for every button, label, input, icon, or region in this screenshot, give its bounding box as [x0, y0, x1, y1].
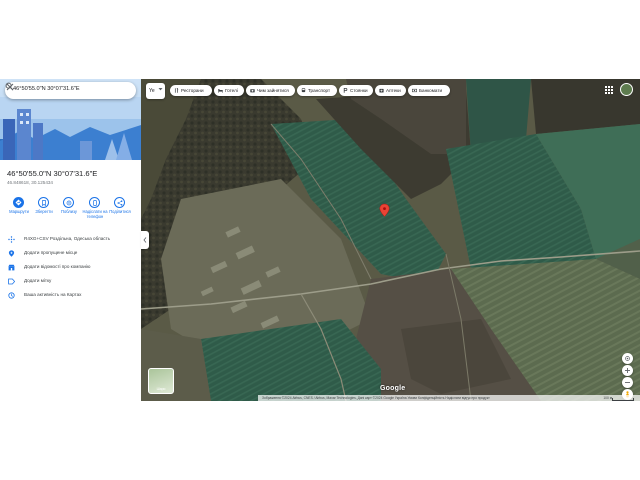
history-icon — [8, 292, 15, 299]
chip-things-to-do-label: Чим зайнятися — [257, 88, 289, 93]
add-place-row[interactable]: Додати пропущене місце — [0, 248, 141, 260]
plus-code-icon — [8, 236, 15, 243]
chip-restaurants[interactable]: Ресторани — [170, 85, 212, 96]
directions-icon — [15, 199, 22, 206]
chevron-down-icon — [158, 88, 163, 91]
pharmacy-icon — [379, 88, 384, 93]
layers-label: Шари — [156, 387, 166, 391]
map-attribution[interactable]: Зображення ©2024 Airbus, CNES / Airbus, … — [262, 396, 490, 400]
add-label-row[interactable]: Додати мітку — [0, 276, 141, 288]
chip-pharmacies-label: Аптеки — [386, 88, 401, 93]
hotel-icon — [218, 89, 223, 93]
plus-code-row[interactable]: R4XG+CSV Роздільна, Одеська область — [0, 234, 141, 246]
label-icon — [8, 278, 15, 285]
google-logo: Google — [380, 385, 406, 392]
chip-things-to-do[interactable]: Чим зайнятися — [246, 85, 295, 96]
add-business-text: Додати відомості про компанію — [24, 264, 91, 269]
share-label: Поділитися — [109, 209, 131, 214]
collapse-panel-button[interactable] — [141, 231, 149, 249]
satellite-map[interactable] — [141, 79, 640, 401]
share-icon — [117, 200, 123, 206]
scale-label[interactable]: 100 м — [603, 396, 612, 400]
chip-transit[interactable]: Транспорт — [297, 85, 337, 96]
add-business-row[interactable]: Додати відомості про компанію — [0, 262, 141, 274]
place-title: 46°50'55.0"N 30°07'31.6"E — [7, 169, 98, 178]
avatar[interactable] — [620, 83, 633, 96]
chip-parking-label: Стоянки — [350, 88, 368, 93]
business-icon — [8, 264, 15, 271]
language-select-value: Ye — [149, 88, 155, 94]
add-place-icon — [8, 250, 15, 257]
language-select[interactable]: Ye — [146, 83, 165, 99]
camera-icon — [250, 89, 255, 93]
my-location-button[interactable] — [622, 353, 633, 364]
chevron-left-icon — [143, 237, 147, 243]
maps-activity-row[interactable]: Ваша активність на Картах — [0, 290, 141, 302]
transit-icon — [301, 88, 306, 93]
maps-window: 46°50'55.0"N 30°07'31.6"E 46°50'55.0"N 3… — [0, 79, 640, 401]
close-icon[interactable] — [5, 82, 15, 92]
layers-toggle[interactable]: Шари — [148, 368, 174, 394]
nearby-icon — [66, 200, 72, 206]
search-input[interactable]: 46°50'55.0"N 30°07'31.6"E — [13, 86, 80, 92]
parking-icon — [343, 88, 348, 93]
zoom-out-button[interactable] — [622, 377, 633, 388]
maps-activity-text: Ваша активність на Картах — [24, 292, 82, 297]
chip-hotels-label: Готелі — [225, 88, 238, 93]
search-box[interactable]: 46°50'55.0"N 30°07'31.6"E — [5, 82, 136, 99]
chip-pharmacies[interactable]: Аптеки — [375, 85, 406, 96]
nearby-button[interactable]: Поблизу — [57, 197, 81, 225]
phone-icon — [93, 200, 97, 206]
share-button[interactable]: Поділитися — [108, 197, 132, 225]
zoom-in-icon — [625, 368, 630, 373]
chip-atms-label: Банкомати — [419, 88, 443, 93]
chip-parking[interactable]: Стоянки — [339, 85, 373, 96]
side-panel: 46°50'55.0"N 30°07'31.6"E 46°50'55.0"N 3… — [0, 79, 141, 401]
chip-atms[interactable]: Банкомати — [408, 85, 450, 96]
my-location-icon — [625, 356, 630, 361]
apps-grid-icon[interactable] — [605, 86, 613, 94]
zoom-out-icon — [625, 382, 630, 383]
restaurant-icon — [174, 88, 179, 93]
add-place-text: Додати пропущене місце — [24, 250, 78, 255]
chip-transit-label: Транспорт — [308, 88, 331, 93]
place-hero-image[interactable]: 46°50'55.0"N 30°07'31.6"E — [0, 79, 141, 160]
add-label-text: Додати мітку — [24, 278, 52, 283]
atm-icon — [412, 88, 417, 93]
chip-restaurants-label: Ресторани — [181, 88, 204, 93]
zoom-in-button[interactable] — [622, 365, 633, 376]
map-attribution-bar: Зображення ©2024 Airbus, CNES / Airbus, … — [258, 395, 640, 401]
chip-hotels[interactable]: Готелі — [214, 85, 244, 96]
plus-code-text: R4XG+CSV Роздільна, Одеська область — [24, 236, 111, 241]
bookmark-icon — [42, 200, 46, 206]
scale-bar[interactable] — [612, 398, 634, 401]
place-decimal-coords: 46.848618, 30.125434 — [7, 180, 53, 185]
